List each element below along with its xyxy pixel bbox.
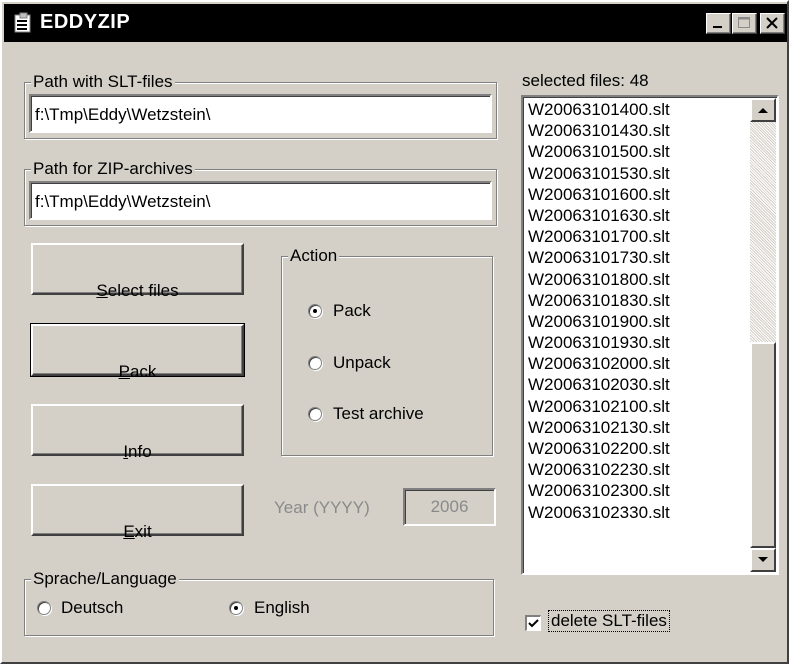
pack-radio-label: Pack [333,301,371,320]
language-group: Sprache/Language Deutsch English [24,569,494,636]
maximize-icon [738,17,750,28]
info-label: nfo [128,442,152,461]
deutsch-radio-button[interactable] [37,601,51,615]
file-list-item[interactable]: W20063102330.slt [525,502,745,523]
test-archive-radio-label: Test archive [333,404,424,423]
file-list: W20063101400.slt W20063101430.slt W2006310… [525,99,745,523]
scroll-down-button[interactable] [750,548,776,572]
file-list-item[interactable]: W20063101900.slt [525,311,745,332]
file-list-item[interactable]: W20063101700.slt [525,226,745,247]
action-group-title: Action [288,246,340,266]
minimize-icon [713,26,722,28]
select-files-mnemonic: S [96,281,108,300]
file-listbox[interactable]: W20063101400.slt W20063101430.slt W2006310… [521,95,779,575]
file-list-item[interactable]: W20063102300.slt [525,480,745,501]
arrow-up-icon [758,108,768,113]
language-group-title: Sprache/Language [31,569,179,589]
select-files-label: elect files [107,281,179,300]
year-label: Year (YYYY) [274,498,370,517]
english-radio-button[interactable] [229,601,243,615]
close-button[interactable] [760,13,785,34]
scroll-up-button[interactable] [750,98,776,122]
file-list-item[interactable]: W20063102000.slt [525,353,745,374]
close-icon [766,17,778,29]
maximize-button[interactable] [732,13,757,34]
delete-slt-label[interactable]: delete SLT-files [548,610,670,632]
exit-label: xit [134,522,152,541]
file-list-item[interactable]: W20063101600.slt [525,184,745,205]
action-group: Action Pack Unpack Test archive [281,246,493,456]
arrow-down-icon [758,557,768,562]
file-list-item[interactable]: W20063101530.slt [525,163,745,184]
zip-path-input[interactable]: f:\Tmp\Eddy\Wetzstein\ [29,181,492,220]
file-list-item[interactable]: W20063101430.slt [525,120,745,141]
file-list-scrollbar[interactable] [750,98,776,572]
pack-mnemonic: P [118,362,130,381]
file-list-item[interactable]: W20063102130.slt [525,417,745,438]
file-list-item[interactable]: W20063102030.slt [525,374,745,395]
pack-button[interactable]: Pack [30,323,245,381]
info-button[interactable]: Info [31,404,244,461]
year-input[interactable]: 2006 [403,488,496,526]
pack-label: ack [129,362,157,381]
title-bar[interactable]: EDDYZIP [4,4,787,42]
file-list-item[interactable]: W20063102200.slt [525,438,745,459]
delete-slt-checkbox[interactable] [525,615,541,631]
minimize-button[interactable] [706,13,731,34]
selected-files-count: selected files: 48 [522,71,649,90]
file-list-item[interactable]: W20063101930.slt [525,332,745,353]
file-list-item[interactable]: W20063101730.slt [525,247,745,268]
exit-mnemonic: E [123,522,135,541]
slt-path-group-title: Path with SLT-files [31,72,175,92]
checkmark-icon [528,619,539,628]
window-title: EDDYZIP [40,11,131,33]
english-radio-label: English [254,598,310,617]
zip-app-icon [14,12,31,33]
file-list-item[interactable]: W20063101800.slt [525,269,745,290]
file-list-item[interactable]: W20063102230.slt [525,459,745,480]
zip-path-group-title: Path for ZIP-archives [31,159,195,179]
file-list-item[interactable]: W20063101400.slt [525,99,745,120]
app-window: EDDYZIP Path with SLT-files f:\Tmp\Eddy\… [0,0,789,664]
slt-path-input[interactable]: f:\Tmp\Eddy\Wetzstein\ [29,94,492,133]
unpack-radio-label: Unpack [333,353,391,372]
file-list-item[interactable]: W20063101500.slt [525,141,745,162]
scroll-thumb[interactable] [750,342,776,548]
exit-button[interactable]: Exit [31,484,244,541]
file-list-item[interactable]: W20063101630.slt [525,205,745,226]
unpack-radio-button[interactable] [308,356,322,370]
select-files-button[interactable]: Select files [31,243,244,300]
test-archive-radio-button[interactable] [308,407,322,421]
deutsch-radio-label: Deutsch [61,598,124,617]
pack-radio-button[interactable] [308,304,322,318]
file-list-item[interactable]: W20063102100.slt [525,396,745,417]
file-list-item[interactable]: W20063101830.slt [525,290,745,311]
